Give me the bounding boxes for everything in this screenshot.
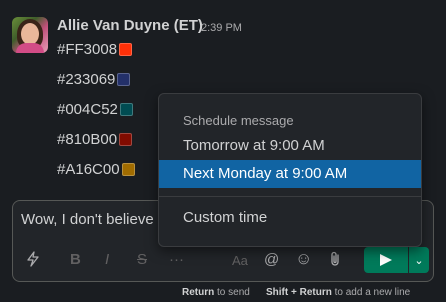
- strikethrough-button[interactable]: S: [137, 251, 147, 268]
- message-input[interactable]: Wow, I don't believe: [21, 211, 154, 228]
- color-line: #233069: [57, 71, 131, 88]
- color-line: #FF3008: [57, 41, 133, 58]
- color-line: #810B00: [57, 131, 133, 148]
- avatar-shirt: [16, 43, 44, 53]
- attach-icon[interactable]: [329, 251, 341, 271]
- color-code: #A16C00: [57, 161, 120, 178]
- color-swatch: [119, 103, 133, 116]
- send-button[interactable]: [364, 247, 408, 273]
- mention-button[interactable]: @: [264, 251, 279, 268]
- send-icon: [380, 254, 392, 266]
- menu-item-custom-time[interactable]: Custom time: [159, 204, 421, 232]
- schedule-message-menu: Schedule message Tomorrow at 9:00 AM Nex…: [158, 93, 422, 247]
- chevron-down-icon: ⌄: [414, 254, 424, 267]
- color-line: #004C52: [57, 101, 133, 118]
- newline-hint-key: Shift + Return: [266, 287, 332, 298]
- color-code: #004C52: [57, 101, 118, 118]
- menu-header: Schedule message: [183, 113, 294, 128]
- color-line: #A16C00: [57, 161, 135, 178]
- menu-item-next-monday[interactable]: Next Monday at 9:00 AM: [159, 160, 421, 188]
- color-swatch: [119, 133, 133, 146]
- message-timestamp[interactable]: 2:39 PM: [201, 22, 242, 34]
- color-swatch: [119, 43, 133, 56]
- schedule-dropdown-button[interactable]: ⌄: [409, 247, 429, 273]
- newline-hint-text: to add a new line: [334, 287, 411, 298]
- bold-button[interactable]: B: [70, 251, 81, 268]
- emoji-button[interactable]: ☺: [295, 249, 312, 269]
- avatar-face: [21, 23, 39, 45]
- lightning-icon[interactable]: [26, 251, 40, 271]
- color-code: #810B00: [57, 131, 118, 148]
- sender-name[interactable]: Allie Van Duyne (ET): [57, 17, 203, 34]
- send-hint-key: Return: [182, 287, 215, 298]
- italic-button[interactable]: I: [105, 251, 109, 268]
- menu-item-tomorrow[interactable]: Tomorrow at 9:00 AM: [159, 132, 421, 160]
- color-code: #FF3008: [57, 41, 118, 58]
- color-code: #233069: [57, 71, 116, 88]
- color-swatch: [121, 163, 135, 176]
- color-swatch: [117, 73, 131, 86]
- avatar[interactable]: [12, 17, 48, 53]
- send-hint-text: to send: [217, 287, 250, 298]
- send-hint: Return to send: [182, 287, 250, 298]
- more-formatting-button[interactable]: ···: [169, 251, 184, 268]
- formatting-toggle-button[interactable]: Aa: [232, 253, 248, 268]
- menu-divider: [159, 196, 421, 197]
- newline-hint: Shift + Return to add a new line: [266, 287, 410, 298]
